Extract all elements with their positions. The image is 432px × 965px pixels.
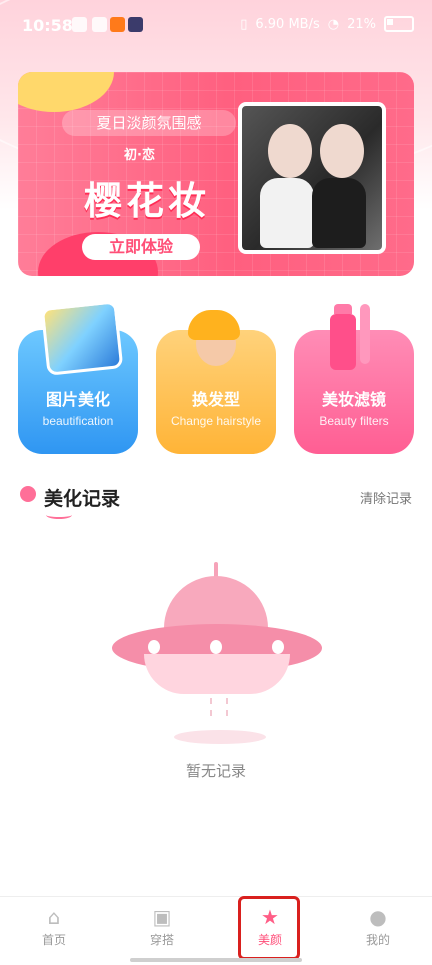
empty-state-text: 暂无记录	[185, 762, 246, 780]
feature-title: 图片美化	[45, 390, 110, 409]
banner-title: 樱花妆	[84, 179, 211, 223]
feature-subtitle: beautification	[42, 414, 114, 428]
hair-shape	[188, 310, 240, 340]
home-indicator[interactable]	[130, 958, 302, 962]
lip-gloss-icon	[330, 304, 378, 370]
shirt-icon: ▣	[152, 905, 172, 929]
app-notification-icon	[72, 17, 87, 32]
feature-title: 美妆滤镜	[321, 390, 386, 409]
wifi-icon: ◔	[327, 16, 340, 32]
battery-percent: 21%	[347, 16, 376, 32]
lip-wand	[360, 304, 370, 364]
nav-mine[interactable]: ● 我的	[348, 905, 408, 948]
nav-label: 穿搭	[149, 933, 174, 947]
user-icon: ●	[369, 905, 387, 929]
ufo-light	[148, 640, 160, 654]
photo-body-right	[312, 178, 366, 248]
network-speed: 6.90 MB/s	[255, 16, 320, 32]
banner-subtitle: 夏日淡颜氛围感	[62, 110, 236, 136]
bottom-navigation: ⌂ 首页 ▣ 穿搭 ★ 美颜 ● 我的	[0, 896, 432, 965]
flower-icon	[20, 486, 36, 502]
photo-person-left	[268, 124, 312, 178]
status-bar: 10:58 ▯ 6.90 MB/s ◔ 21%	[0, 0, 432, 52]
feature-subtitle: Change hairstyle	[170, 414, 262, 428]
vibrate-icon: ▯	[240, 16, 248, 32]
shop-icon	[110, 17, 125, 32]
section-title: 美化记录	[44, 488, 121, 510]
ufo-illustration	[112, 562, 322, 716]
ufo-base	[144, 654, 290, 694]
play-icon	[128, 17, 143, 32]
try-now-button[interactable]: 立即体验	[82, 234, 200, 260]
photo-person-right	[320, 124, 364, 178]
ufo-light	[210, 640, 222, 654]
active-tab-highlight-box	[238, 896, 300, 960]
ufo-beam	[210, 698, 228, 716]
home-icon: ⌂	[47, 905, 61, 929]
nav-label: 我的	[365, 933, 390, 947]
photo-body-left	[260, 178, 314, 248]
promo-banner[interactable]: 夏日淡颜氛围感 初·恋 樱花妆 立即体验	[18, 72, 414, 276]
nav-outfit[interactable]: ▣ 穿搭	[132, 905, 192, 948]
status-right: ▯ 6.90 MB/s ◔ 21%	[240, 16, 414, 32]
ufo-shadow	[174, 730, 266, 744]
lip-tube	[330, 304, 356, 370]
status-time: 10:58	[22, 16, 73, 35]
banner-photo	[238, 102, 386, 254]
nav-label: 首页	[41, 933, 66, 947]
nav-home[interactable]: ⌂ 首页	[24, 905, 84, 948]
battery-icon	[384, 16, 414, 32]
clear-history-button[interactable]: 清除记录	[360, 488, 412, 507]
mail-icon	[92, 17, 107, 32]
feature-title: 换发型	[191, 390, 240, 409]
banner-brand: 初·恋	[124, 148, 155, 163]
ufo-light	[272, 640, 284, 654]
section-underline	[46, 511, 72, 519]
feature-subtitle: Beauty filters	[319, 414, 389, 428]
photo-frame-icon	[40, 300, 124, 376]
hairstyle-icon	[188, 304, 242, 370]
